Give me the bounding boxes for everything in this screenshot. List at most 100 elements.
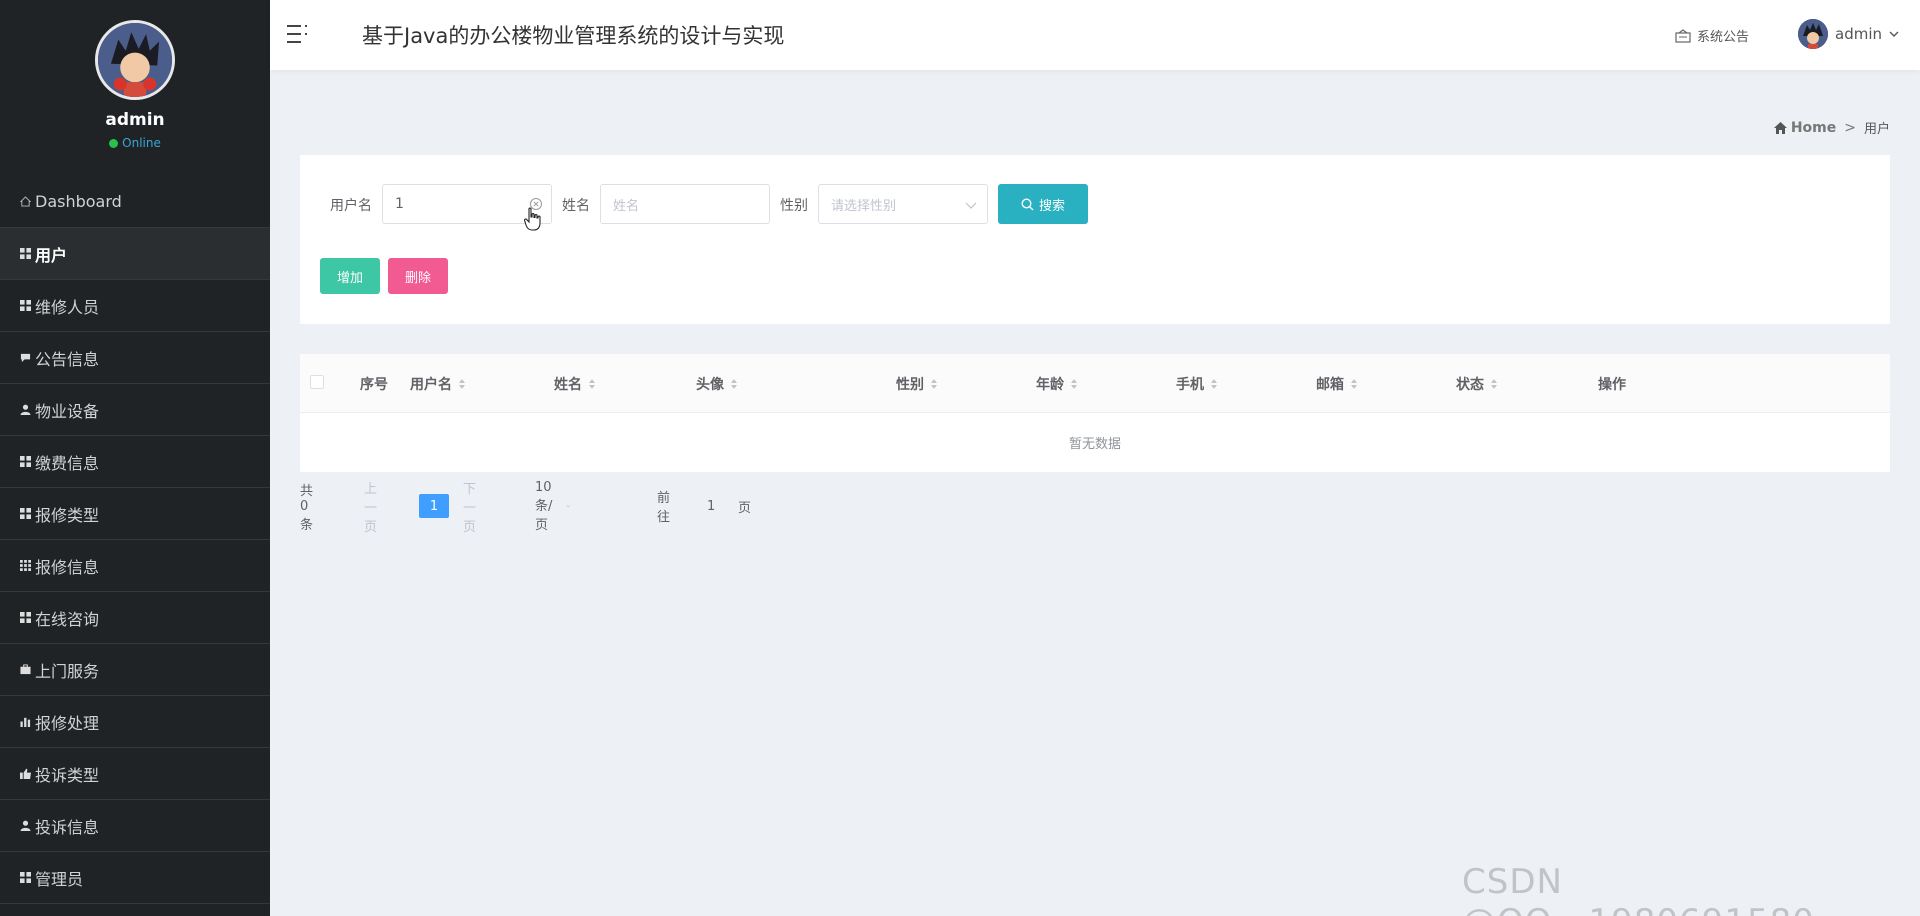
breadcrumb-home-label: Home [1790, 119, 1837, 136]
page-unit-label: 页 [738, 500, 752, 516]
search-panel: 用户名 1 姓名 姓名 性别 请选择性别 搜索 增加 删除 [300, 155, 1890, 324]
username-label: 用户名 [330, 198, 372, 214]
search-icon [1021, 197, 1034, 210]
sort-icon[interactable] [1210, 378, 1218, 390]
pagination-total: 共 0 条 [300, 483, 314, 533]
column-header[interactable]: 年龄 [1036, 374, 1078, 394]
sort-icon[interactable] [930, 378, 938, 390]
column-header-label: 用户名 [410, 377, 452, 393]
sidebar-item-13[interactable]: 投诉信息 [0, 800, 270, 852]
watermark: CSDN @QQ__1980691580 [1462, 862, 1814, 916]
sidebar-item-label: Dashboard [35, 192, 122, 211]
sidebar-item-5[interactable]: 物业设备 [0, 384, 270, 436]
next-page-button[interactable]: 下一页 [463, 482, 476, 535]
user-name: admin [1835, 25, 1882, 43]
sidebar-item-9[interactable]: 在线咨询 [0, 592, 270, 644]
online-status-label: Online [122, 136, 161, 150]
profile-panel: admin Online [0, 0, 270, 176]
menu-toggle-button[interactable] [287, 23, 311, 45]
column-header: 序号 [360, 374, 388, 394]
name-input[interactable]: 姓名 [600, 184, 770, 224]
column-header-label: 操作 [1598, 377, 1626, 393]
sidebar-item-3[interactable]: 维修人员 [0, 280, 270, 332]
online-dot-icon [109, 138, 119, 148]
system-notice-button[interactable]: 系统公告 [1675, 26, 1749, 45]
sidebar: admin Online Dashboard 用户 维修人员公告信息物业设备缴费信息… [0, 0, 270, 916]
thumb-icon [19, 768, 31, 780]
prev-page-button[interactable]: 上一页 [364, 482, 377, 535]
briefcase-icon [19, 664, 31, 676]
page-size-value: 10条/页 [535, 479, 553, 533]
sidebar-nav: Dashboard 用户 维修人员公告信息物业设备缴费信息报修类型报修信息在线咨询上… [0, 176, 270, 904]
column-header[interactable]: 邮箱 [1316, 374, 1358, 394]
breadcrumb-home[interactable]: Home [1773, 119, 1837, 136]
user-menu[interactable]: admin [1798, 19, 1899, 49]
column-header[interactable]: 手机 [1176, 374, 1218, 394]
empty-state: 暂无数据 [1068, 437, 1121, 452]
gender-select[interactable]: 请选择性别 [818, 184, 988, 224]
sidebar-item-label: 报修类型 [35, 505, 100, 525]
sidebar-item-label: 投诉类型 [35, 765, 100, 785]
sidebar-item-label: 报修处理 [35, 713, 100, 733]
sidebar-item-10[interactable]: 上门服务 [0, 644, 270, 696]
page-size-select[interactable]: 10条/页 [535, 480, 571, 533]
sidebar-item-8[interactable]: 报修信息 [0, 540, 270, 592]
bar-chart-icon [19, 716, 31, 728]
profile-name: admin [105, 110, 165, 130]
page-1-button[interactable]: 1 [419, 494, 449, 518]
profile-avatar [95, 20, 175, 100]
sidebar-item-label: 上门服务 [35, 661, 100, 681]
online-status: Online [0, 136, 270, 150]
sort-icon[interactable] [1490, 378, 1498, 390]
grid-icon [19, 508, 31, 520]
sidebar-item-label: 管理员 [35, 869, 84, 889]
sidebar-item-2[interactable]: 用户 [0, 228, 270, 280]
sidebar-item-label: 公告信息 [35, 349, 100, 369]
user-avatar [1798, 19, 1828, 49]
breadcrumb-separator: > [1844, 119, 1856, 136]
chevron-down-icon [565, 504, 571, 508]
username-value: 1 [395, 196, 404, 212]
sidebar-item-11[interactable]: 报修处理 [0, 696, 270, 748]
select-all-checkbox[interactable] [310, 375, 324, 389]
name-placeholder: 姓名 [613, 198, 640, 214]
notice-icon [1675, 28, 1691, 43]
sidebar-item-14[interactable]: 管理员 [0, 852, 270, 904]
sidebar-item-1[interactable]: Dashboard [0, 176, 270, 228]
sort-icon[interactable] [588, 378, 596, 390]
sidebar-item-12[interactable]: 投诉类型 [0, 748, 270, 800]
column-header-label: 年龄 [1036, 377, 1064, 393]
grid-icon [19, 456, 31, 468]
column-header[interactable]: 姓名 [554, 374, 596, 394]
sidebar-item-label: 在线咨询 [35, 609, 100, 629]
gender-placeholder: 请选择性别 [831, 198, 897, 214]
column-header[interactable]: 性别 [896, 374, 938, 394]
grid-icon [19, 248, 31, 260]
sidebar-item-label: 报修信息 [35, 557, 100, 577]
search-button[interactable]: 搜索 [998, 184, 1088, 224]
sidebar-item-6[interactable]: 缴费信息 [0, 436, 270, 488]
sort-icon[interactable] [1350, 378, 1358, 390]
goto-page-input[interactable]: 1 [707, 494, 715, 518]
column-header-label: 序号 [360, 377, 388, 393]
sort-icon[interactable] [458, 378, 466, 390]
column-header[interactable]: 用户名 [410, 374, 466, 394]
column-header[interactable]: 状态 [1456, 374, 1498, 394]
table-header: 序号 用户名 姓名 头像 性别 年龄 手机 邮箱 状态 操作 [300, 354, 1890, 413]
sidebar-item-7[interactable]: 报修类型 [0, 488, 270, 540]
column-header[interactable]: 头像 [696, 374, 738, 394]
gender-label: 性别 [780, 198, 808, 214]
sort-icon[interactable] [730, 378, 738, 390]
sidebar-item-4[interactable]: 公告信息 [0, 332, 270, 384]
name-label: 姓名 [562, 198, 590, 214]
sort-icon[interactable] [1070, 378, 1078, 390]
comment-icon [19, 352, 31, 364]
user-icon [19, 820, 31, 832]
delete-button[interactable]: 删除 [388, 258, 448, 294]
sidebar-item-label: 物业设备 [35, 401, 100, 421]
grid-icon [19, 872, 31, 884]
add-button[interactable]: 增加 [320, 258, 380, 294]
column-header-label: 姓名 [554, 377, 582, 393]
table-icon [19, 560, 31, 572]
breadcrumb-current: 用户 [1863, 122, 1890, 137]
